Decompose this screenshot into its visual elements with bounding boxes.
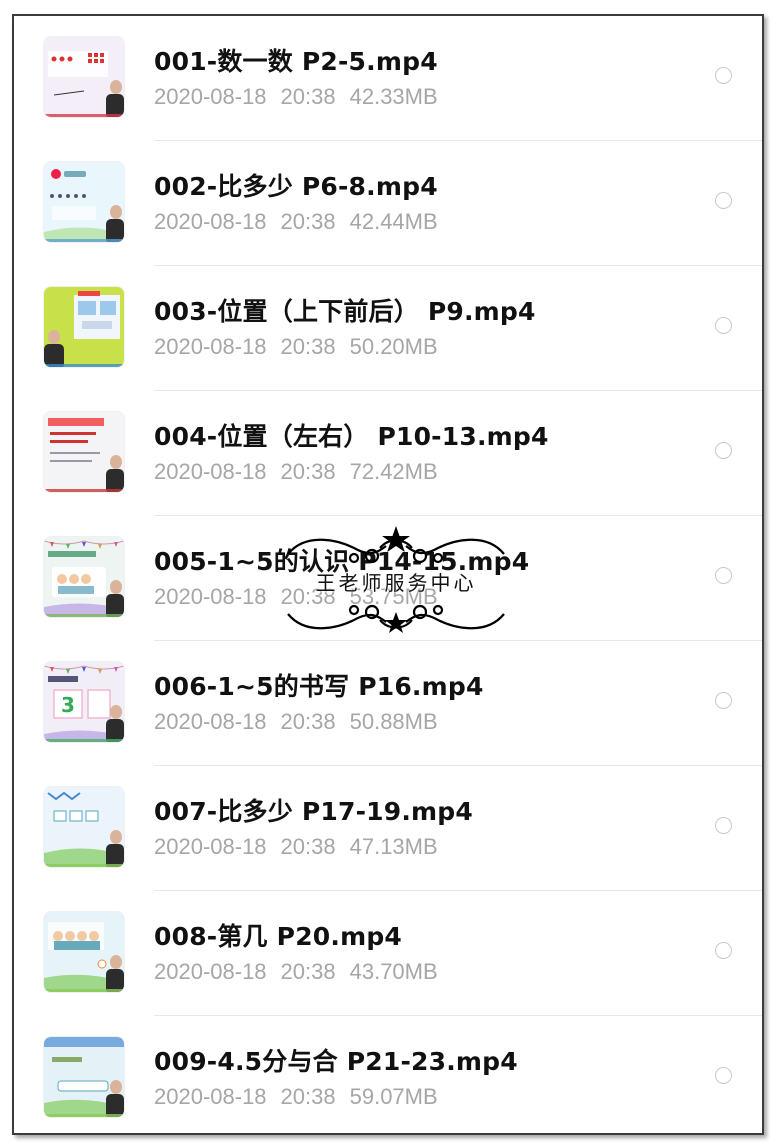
video-thumbnail[interactable] [44,537,124,617]
radio-unchecked-icon[interactable] [715,67,732,84]
file-time: 20:38 [280,709,336,734]
video-list-item[interactable]: 3 006-1~5的书写 P16.mp4 2020-08-18 20:38 50.88M… [14,641,762,766]
video-list-item[interactable]: 003-位置（上下前后） P9.mp4 2020-08-18 20:38 50.20M… [14,266,762,391]
file-size: 43.70MB [349,959,438,984]
video-list-item[interactable]: 009-4.5分与合 P21-23.mp4 2020-08-18 20:38 59.0… [14,1016,762,1133]
file-meta: 2020-08-18 20:38 72.42MB [154,459,452,485]
file-time: 20:38 [280,84,336,109]
file-name: 009-4.5分与合 P21-23.mp4 [154,1047,518,1076]
svg-text:3: 3 [61,693,75,717]
file-date: 2020-08-18 [154,709,267,734]
file-name: 008-第几 P20.mp4 [154,922,403,951]
radio-unchecked-icon[interactable] [715,192,732,209]
file-date: 2020-08-18 [154,334,267,359]
file-name: 002-比多少 P6-8.mp4 [154,172,438,201]
radio-unchecked-icon[interactable] [715,1067,732,1084]
file-meta: 2020-08-18 20:38 50.88MB [154,709,452,735]
file-meta: 2020-08-18 20:38 53.75MB [154,584,452,610]
video-thumbnail[interactable] [44,912,124,992]
file-size: 59.07MB [349,1084,438,1109]
file-name: 007-比多少 P17-19.mp4 [154,797,473,826]
file-time: 20:38 [280,959,336,984]
file-date: 2020-08-18 [154,584,267,609]
file-size: 42.33MB [349,84,438,109]
file-meta: 2020-08-18 20:38 42.44MB [154,209,452,235]
video-list-item[interactable]: 001-数一数 P2-5.mp4 2020-08-18 20:38 42.33MB [14,16,762,141]
video-list-item[interactable]: 008-第几 P20.mp4 2020-08-18 20:38 43.70MB [14,891,762,1016]
video-list-item[interactable]: 004-位置（左右） P10-13.mp4 2020-08-18 20:38 72.4… [14,391,762,516]
file-time: 20:38 [280,459,336,484]
video-file-list: 001-数一数 P2-5.mp4 2020-08-18 20:38 42.33MB 00… [14,16,762,1133]
file-name: 006-1~5的书写 P16.mp4 [154,672,484,701]
file-size: 42.44MB [349,209,438,234]
video-thumbnail[interactable]: 3 [44,662,124,742]
file-time: 20:38 [280,334,336,359]
file-time: 20:38 [280,834,336,859]
radio-unchecked-icon[interactable] [715,692,732,709]
file-time: 20:38 [280,1084,336,1109]
file-size: 53.75MB [349,584,438,609]
video-thumbnail[interactable] [44,37,124,117]
radio-unchecked-icon[interactable] [715,317,732,334]
file-name: 005-1~5的认识 P14-15.mp4 [154,547,530,576]
file-date: 2020-08-18 [154,1084,267,1109]
file-meta: 2020-08-18 20:38 43.70MB [154,959,452,985]
radio-unchecked-icon[interactable] [715,817,732,834]
file-name: 003-位置（上下前后） P9.mp4 [154,297,536,326]
radio-unchecked-icon[interactable] [715,442,732,459]
file-date: 2020-08-18 [154,834,267,859]
file-name: 001-数一数 P2-5.mp4 [154,47,438,76]
video-thumbnail[interactable] [44,787,124,867]
radio-unchecked-icon[interactable] [715,942,732,959]
file-time: 20:38 [280,209,336,234]
video-thumbnail[interactable] [44,287,124,367]
file-meta: 2020-08-18 20:38 47.13MB [154,834,452,860]
video-thumbnail[interactable] [44,162,124,242]
video-list-item[interactable]: 007-比多少 P17-19.mp4 2020-08-18 20:38 47.13MB [14,766,762,891]
video-list-item[interactable]: 005-1~5的认识 P14-15.mp4 2020-08-18 20:38 53.7… [14,516,762,641]
file-date: 2020-08-18 [154,209,267,234]
file-meta: 2020-08-18 20:38 59.07MB [154,1084,452,1110]
file-size: 47.13MB [349,834,438,859]
file-name: 004-位置（左右） P10-13.mp4 [154,422,549,451]
radio-unchecked-icon[interactable] [715,567,732,584]
file-meta: 2020-08-18 20:38 50.20MB [154,334,452,360]
video-list-item[interactable]: 002-比多少 P6-8.mp4 2020-08-18 20:38 42.44MB [14,141,762,266]
file-size: 72.42MB [349,459,438,484]
file-date: 2020-08-18 [154,459,267,484]
file-date: 2020-08-18 [154,84,267,109]
file-size: 50.88MB [349,709,438,734]
file-date: 2020-08-18 [154,959,267,984]
file-time: 20:38 [280,584,336,609]
file-meta: 2020-08-18 20:38 42.33MB [154,84,452,110]
video-thumbnail[interactable] [44,1037,124,1117]
file-list-window: 001-数一数 P2-5.mp4 2020-08-18 20:38 42.33MB 00… [12,14,764,1135]
file-size: 50.20MB [349,334,438,359]
video-thumbnail[interactable] [44,412,124,492]
